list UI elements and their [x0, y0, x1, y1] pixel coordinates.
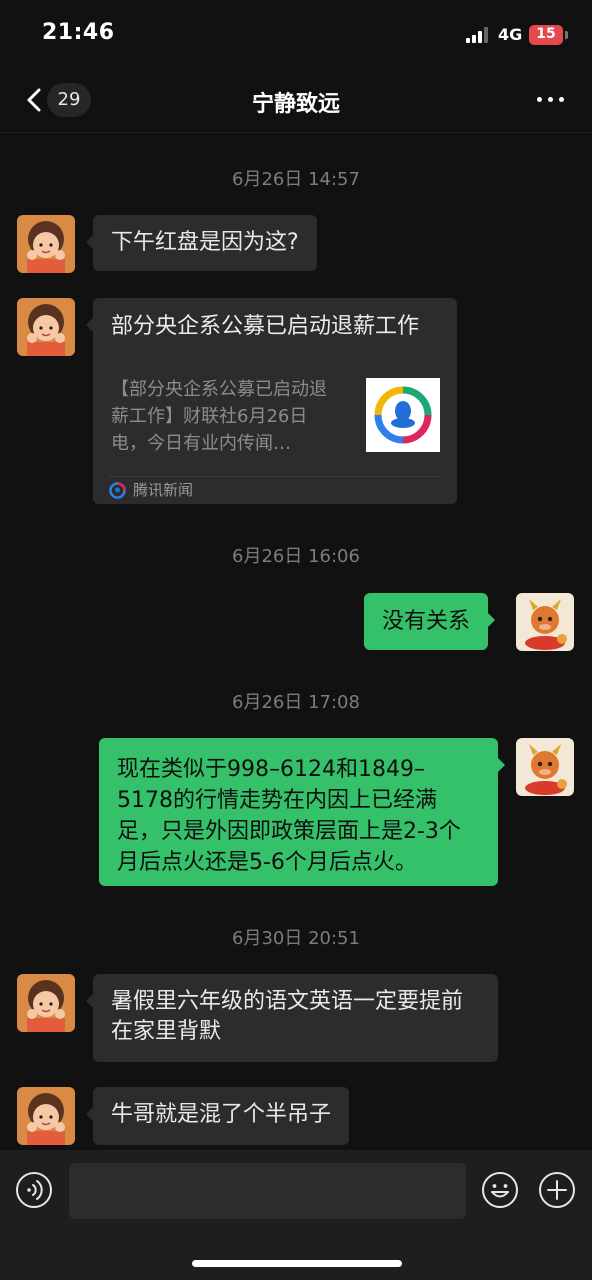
network-type: 4G [498, 25, 523, 44]
card-divider [109, 476, 441, 477]
signal-strength-icon [466, 27, 492, 43]
incoming-message-bubble[interactable]: 下午红盘是因为这? [86, 215, 317, 271]
my-avatar[interactable] [516, 738, 574, 796]
outgoing-message-bubble[interactable]: 没有关系 [364, 593, 496, 650]
status-time: 21:46 [42, 20, 115, 45]
chat-header: 29 宁静致远 [0, 70, 592, 133]
link-card-title: 部分央企系公募已启动退薪工作 [111, 314, 420, 339]
more-options-icon[interactable] [537, 97, 565, 103]
add-attachment-icon[interactable] [538, 1171, 576, 1209]
shared-link-card[interactable]: 部分央企系公募已启动退薪工作 【部分央企系公募已启动退薪工作】财联社6月26日电… [86, 298, 457, 504]
message-timestamp: 6月30日 20:51 [232, 928, 360, 949]
message-text-input[interactable] [69, 1163, 466, 1219]
battery-level: 15 [536, 26, 556, 42]
chat-screen: 21:46 4G 15 29 宁静致远 6月26日 14:57 下午红盘是因为这… [0, 0, 592, 1280]
contact-avatar[interactable] [17, 298, 75, 356]
link-card-source: 腾讯新闻 [133, 481, 194, 499]
chat-title: 宁静致远 [251, 92, 340, 117]
emoji-icon[interactable] [481, 1171, 519, 1209]
contact-avatar[interactable] [17, 215, 75, 273]
contact-avatar[interactable] [17, 1087, 75, 1145]
battery-tip [565, 31, 568, 39]
incoming-message-bubble[interactable]: 暑假里六年级的语文英语一定要提前在家里背默 [86, 974, 498, 1062]
message-text: 暑假里六年级的语文英语一定要提前在家里背默 [111, 989, 464, 1044]
link-card-description: 【部分央企系公募已启动退薪工作】财联社6月26日电，今日有业内传闻… [111, 379, 327, 454]
message-timestamp: 6月26日 17:08 [232, 692, 360, 713]
message-text: 牛哥就是混了个半吊子 [111, 1102, 332, 1127]
voice-input-icon[interactable] [15, 1171, 53, 1209]
status-bar: 21:46 4G 15 [0, 0, 592, 70]
outgoing-message-bubble[interactable]: 现在类似于998–6124和1849–5178的行情走势在内因上已经满足，只是外… [99, 738, 505, 886]
home-indicator[interactable] [192, 1260, 402, 1267]
tencent-news-logo-icon [366, 378, 440, 452]
contact-avatar[interactable] [17, 974, 75, 1032]
my-avatar[interactable] [516, 593, 574, 651]
message-timestamp: 6月26日 16:06 [232, 546, 360, 567]
message-text: 下午红盘是因为这? [111, 230, 299, 255]
message-text: 现在类似于998–6124和1849–5178的行情走势在内因上已经满足，只是外… [117, 757, 461, 875]
message-text: 没有关系 [382, 609, 471, 634]
message-timestamp: 6月26日 14:57 [232, 169, 360, 190]
incoming-message-bubble[interactable]: 牛哥就是混了个半吊子 [85, 1087, 350, 1145]
tencent-news-source-icon [109, 482, 126, 499]
battery-icon: 15 [529, 25, 563, 45]
